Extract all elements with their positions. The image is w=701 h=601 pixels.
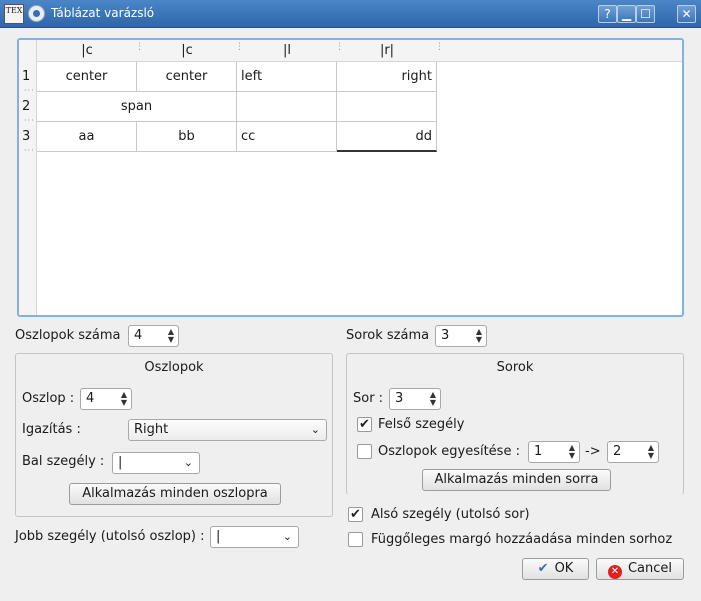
cancel-button-label: Cancel (627, 561, 673, 576)
row-count-label: Sorok száma (346, 328, 430, 343)
merge-to-value: 2 (613, 444, 622, 459)
table-cell[interactable]: center (37, 62, 137, 92)
bottom-border-label: Alsó szegély (utolsó sor) (371, 507, 530, 522)
spin-arrows-icon[interactable]: ▲ ▼ (569, 444, 575, 460)
column-header-4[interactable]: |r| (337, 43, 437, 58)
spin-arrows-icon[interactable]: ▲ ▼ (476, 328, 482, 344)
merge-arrow-label: -> (585, 444, 601, 459)
column-header-3[interactable]: |l (237, 43, 337, 58)
vertical-margin-label: Függőleges margó hozzáadása minden sorho… (371, 532, 673, 547)
spin-arrows-icon[interactable]: ▲ ▼ (168, 328, 174, 344)
checkmark-icon: ✔ (537, 561, 549, 576)
column-separator[interactable]: ⋮ (435, 43, 444, 57)
ok-button[interactable]: ✔ OK (522, 558, 589, 580)
column-header-row: |c ⋮ |c ⋮ |l ⋮ |r| ⋮ (19, 40, 682, 62)
table-cell[interactable] (237, 92, 337, 122)
column-label: Oszlop : (22, 391, 75, 406)
column-spinbox[interactable]: 4 ▲ ▼ (80, 388, 132, 410)
left-border-combobox[interactable]: | ⌄ (112, 452, 200, 474)
table-cell-span[interactable]: span (37, 92, 237, 122)
column-header-1[interactable]: |c (37, 43, 137, 58)
table-cell[interactable]: cc (237, 122, 337, 152)
top-border-checkbox[interactable]: ✔ (357, 417, 372, 432)
column-count-label: Oszlopok száma (15, 328, 121, 343)
apply-all-rows-button[interactable]: Alkalmazás minden sorra (422, 469, 611, 491)
spin-arrows-icon[interactable]: ▲ ▼ (648, 444, 654, 460)
chevron-down-icon: ⌄ (183, 456, 193, 469)
row-number-3[interactable]: 3 (22, 129, 30, 144)
left-border-label: Bal szegély : (22, 454, 105, 469)
bottom-border-checkbox[interactable]: ✔ (348, 507, 363, 522)
right-border-label: Jobb szegély (utolsó oszlop) : (15, 529, 205, 544)
window-title: Táblázat varázsló (51, 6, 155, 20)
table-cell[interactable]: aa (37, 122, 137, 152)
chevron-down-icon: ⌄ (310, 423, 320, 436)
table-cell[interactable]: bb (137, 122, 237, 152)
vertical-margin-checkbox[interactable] (348, 532, 363, 547)
top-border-label: Felső szegély (378, 417, 465, 432)
row-header-column: 1 ··· 2 ··· 3 ··· (19, 40, 37, 315)
row-separator[interactable]: ··· (24, 146, 35, 155)
row-label: Sor : (353, 391, 384, 406)
table-cell[interactable] (337, 92, 437, 122)
columns-group: Oszlopok Oszlop : 4 ▲ ▼ Igazítás : Right … (15, 353, 333, 517)
column-header-2[interactable]: |c (137, 43, 237, 58)
table-cell[interactable]: dd (337, 122, 437, 152)
help-button[interactable]: ? (598, 5, 617, 23)
column-count-spinbox[interactable]: 4 ▲ ▼ (128, 325, 179, 347)
right-border-value: | (216, 529, 221, 544)
table-cell[interactable]: left (237, 62, 337, 92)
apply-all-columns-button[interactable]: Alkalmazás minden oszlopra (69, 483, 281, 505)
table-cell[interactable]: right (337, 62, 437, 92)
row-count-spinbox[interactable]: 3 ▲ ▼ (435, 325, 487, 347)
spin-arrows-icon[interactable]: ▲ ▼ (430, 391, 436, 407)
row-spinbox[interactable]: 3 ▲ ▼ (389, 388, 441, 410)
column-count-value: 4 (134, 328, 143, 343)
rows-group-title: Sorok (496, 360, 534, 375)
table-cell[interactable]: center (137, 62, 237, 92)
right-border-combobox[interactable]: | ⌄ (210, 526, 299, 548)
alignment-value: Right (134, 422, 169, 437)
rows-group: Sorok Sor : 3 ▲ ▼ ✔ Felső szegély Oszlopo… (346, 353, 684, 495)
row-separator[interactable]: ··· (24, 86, 35, 95)
maximize-button[interactable]: ☐ (636, 5, 655, 23)
window-menu-icon[interactable] (28, 5, 45, 22)
chevron-down-icon: ⌄ (282, 530, 292, 543)
row-separator[interactable]: ··· (24, 116, 35, 125)
alignment-combobox[interactable]: Right ⌄ (128, 419, 327, 441)
cancel-icon: ✕ (607, 565, 622, 579)
merge-to-spinbox[interactable]: 2 ▲ ▼ (607, 441, 659, 463)
columns-group-title: Oszlopok (144, 360, 204, 375)
title-bar: TEX Táblázat varázsló ? ▁ ☐ ✕ (0, 0, 701, 28)
ok-button-label: OK (554, 561, 574, 576)
merge-from-spinbox[interactable]: 1 ▲ ▼ (528, 441, 580, 463)
merge-from-value: 1 (534, 444, 543, 459)
row-count-value: 3 (441, 328, 450, 343)
minimize-button[interactable]: ▁ (617, 5, 636, 23)
app-icon: TEX (4, 4, 24, 24)
table-preview[interactable]: |c ⋮ |c ⋮ |l ⋮ |r| ⋮ 1 ··· 2 ··· 3 ··· c… (17, 38, 684, 317)
merge-columns-checkbox[interactable] (357, 444, 372, 459)
row-number-1[interactable]: 1 (22, 69, 30, 84)
spin-arrows-icon[interactable]: ▲ ▼ (121, 391, 127, 407)
merge-columns-label: Oszlopok egyesítése : (378, 444, 520, 459)
close-button[interactable]: ✕ (677, 5, 696, 23)
left-border-value: | (118, 455, 123, 470)
column-value: 4 (86, 391, 95, 406)
cancel-button[interactable]: ✕ Cancel (596, 558, 684, 580)
alignment-label: Igazítás : (22, 422, 81, 437)
row-value: 3 (395, 391, 404, 406)
row-number-2[interactable]: 2 (22, 99, 30, 114)
